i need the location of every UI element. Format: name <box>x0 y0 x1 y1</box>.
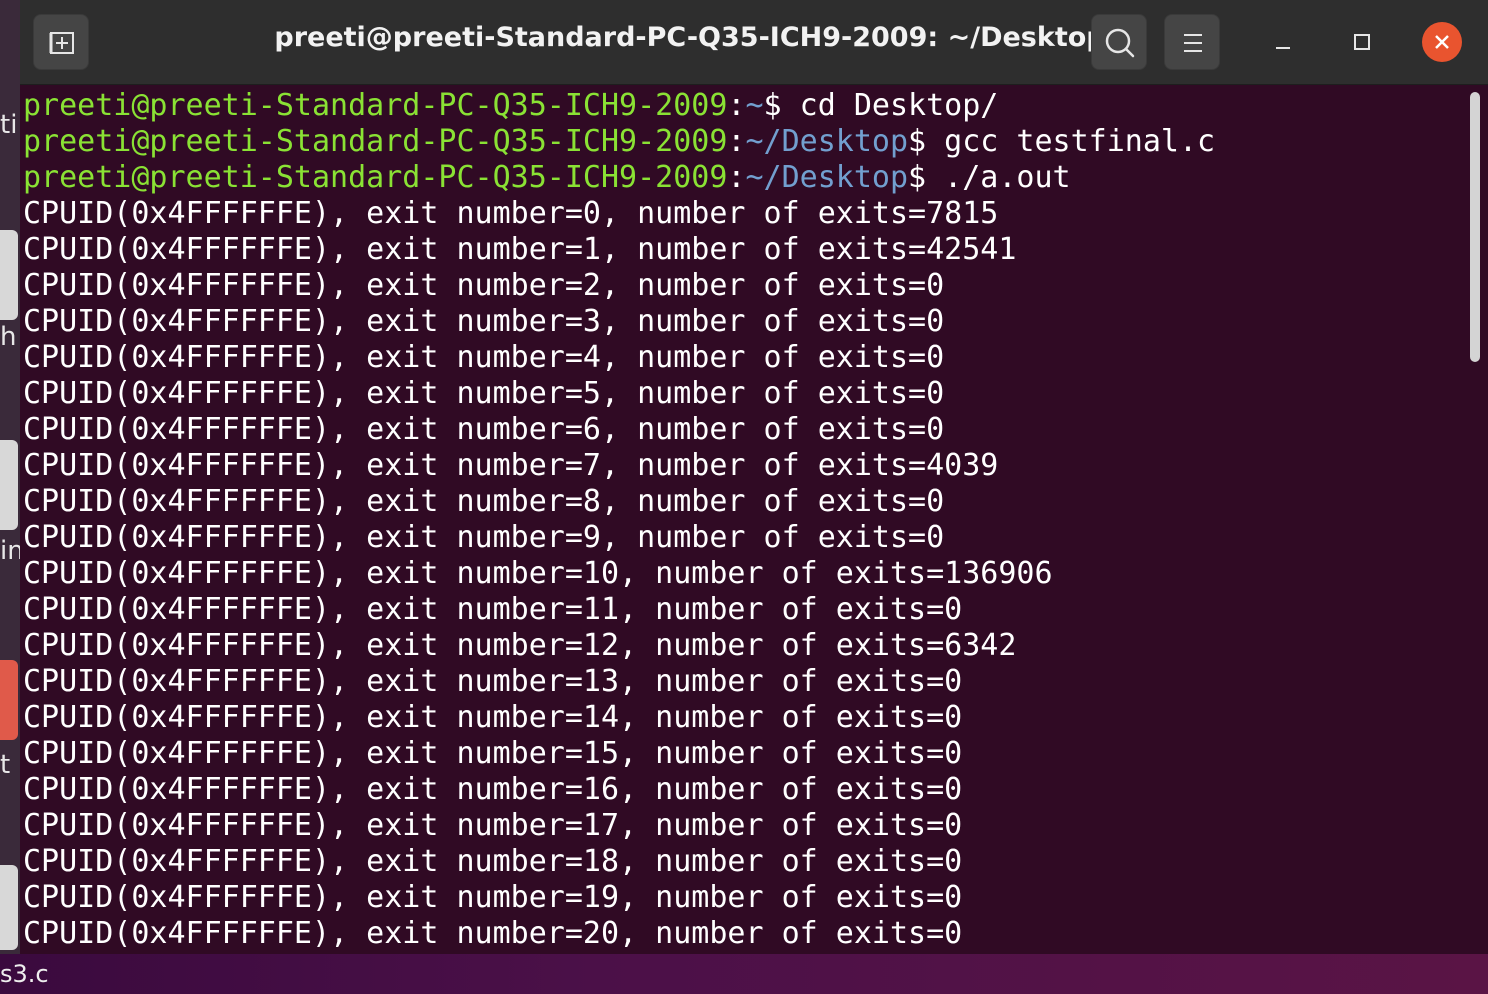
prompt-symbol: $ <box>908 160 945 195</box>
prompt-user: preeti@preeti-Standard-PC-Q35-ICH9-2009 <box>23 160 728 195</box>
output-line: CPUID(0x4FFFFFFE), exit number=13, numbe… <box>23 664 963 699</box>
new-tab-button[interactable] <box>33 14 89 70</box>
scrollbar-thumb[interactable] <box>1470 92 1480 362</box>
search-icon <box>1105 28 1135 58</box>
command-text: ./a.out <box>944 160 1071 195</box>
background-card-fragment <box>0 440 18 530</box>
background-bottom-area <box>0 954 1488 994</box>
output-line: CPUID(0x4FFFFFFE), exit number=10, numbe… <box>23 556 1053 591</box>
output-line: CPUID(0x4FFFFFFE), exit number=9, number… <box>23 520 945 555</box>
prompt-symbol: $ <box>763 88 800 123</box>
terminal-output[interactable]: preeti@preeti-Standard-PC-Q35-ICH9-2009:… <box>20 88 1460 954</box>
background-text-fragment: ti <box>0 110 18 140</box>
terminal-window: preeti@preeti-Standard-PC-Q35-ICH9-2009:… <box>20 0 1488 954</box>
new-tab-icon <box>49 32 74 54</box>
output-line: CPUID(0x4FFFFFFE), exit number=11, numbe… <box>23 592 963 627</box>
output-line: CPUID(0x4FFFFFFE), exit number=2, number… <box>23 268 945 303</box>
hamburger-menu-icon <box>1184 34 1202 52</box>
minimize-icon <box>1276 47 1290 49</box>
background-file-label: s3.c <box>0 960 49 988</box>
output-line: CPUID(0x4FFFFFFE), exit number=7, number… <box>23 448 999 483</box>
prompt-path: ~ <box>745 88 764 123</box>
close-button[interactable] <box>1422 22 1462 62</box>
prompt-line: preeti@preeti-Standard-PC-Q35-ICH9-2009:… <box>23 124 1215 160</box>
output-line: CPUID(0x4FFFFFFE), exit number=17, numbe… <box>23 808 963 843</box>
prompt-user: preeti@preeti-Standard-PC-Q35-ICH9-2009 <box>23 88 728 123</box>
prompt-line: preeti@preeti-Standard-PC-Q35-ICH9-2009:… <box>23 88 998 124</box>
output-line: CPUID(0x4FFFFFFE), exit number=18, numbe… <box>23 844 963 879</box>
prompt-path: ~/Desktop <box>745 124 909 159</box>
prompt-line: preeti@preeti-Standard-PC-Q35-ICH9-2009:… <box>23 160 1071 196</box>
close-icon <box>1435 35 1449 49</box>
background-card-fragment <box>0 865 18 950</box>
prompt-separator: : <box>727 88 746 123</box>
output-line: CPUID(0x4FFFFFFE), exit number=15, numbe… <box>23 736 963 771</box>
menu-button[interactable] <box>1164 14 1220 70</box>
maximize-button[interactable] <box>1342 22 1382 62</box>
output-line: CPUID(0x4FFFFFFE), exit number=20, numbe… <box>23 916 963 951</box>
maximize-icon <box>1354 34 1370 50</box>
prompt-separator: : <box>727 160 746 195</box>
output-line: CPUID(0x4FFFFFFE), exit number=0, number… <box>23 196 999 231</box>
output-line: CPUID(0x4FFFFFFE), exit number=16, numbe… <box>23 772 963 807</box>
output-line: CPUID(0x4FFFFFFE), exit number=8, number… <box>23 484 945 519</box>
prompt-user: preeti@preeti-Standard-PC-Q35-ICH9-2009 <box>23 124 728 159</box>
background-text-fragment: t <box>0 750 11 780</box>
output-line: CPUID(0x4FFFFFFE), exit number=19, numbe… <box>23 880 963 915</box>
title-bar[interactable]: preeti@preeti-Standard-PC-Q35-ICH9-2009:… <box>20 0 1488 85</box>
minimize-button[interactable] <box>1263 22 1303 62</box>
background-text-fragment: h <box>0 322 17 352</box>
output-line: CPUID(0x4FFFFFFE), exit number=4, number… <box>23 340 945 375</box>
output-line: CPUID(0x4FFFFFFE), exit number=14, numbe… <box>23 700 963 735</box>
output-line: CPUID(0x4FFFFFFE), exit number=12, numbe… <box>23 628 1017 663</box>
background-window-edge: ti h in t <box>0 0 20 994</box>
output-line: CPUID(0x4FFFFFFE), exit number=5, number… <box>23 376 945 411</box>
background-text-fragment: in <box>0 536 20 566</box>
background-card-fragment <box>0 230 18 320</box>
prompt-separator: : <box>727 124 746 159</box>
prompt-path: ~/Desktop <box>745 160 909 195</box>
command-text: cd Desktop/ <box>799 88 999 123</box>
background-card-fragment <box>0 660 18 740</box>
command-text: gcc testfinal.c <box>944 124 1216 159</box>
prompt-symbol: $ <box>908 124 945 159</box>
output-line: CPUID(0x4FFFFFFE), exit number=3, number… <box>23 304 945 339</box>
search-button[interactable] <box>1091 14 1147 70</box>
window-title: preeti@preeti-Standard-PC-Q35-ICH9-2009:… <box>274 22 1106 53</box>
output-line: CPUID(0x4FFFFFFE), exit number=6, number… <box>23 412 945 447</box>
output-line: CPUID(0x4FFFFFFE), exit number=1, number… <box>23 232 1017 267</box>
